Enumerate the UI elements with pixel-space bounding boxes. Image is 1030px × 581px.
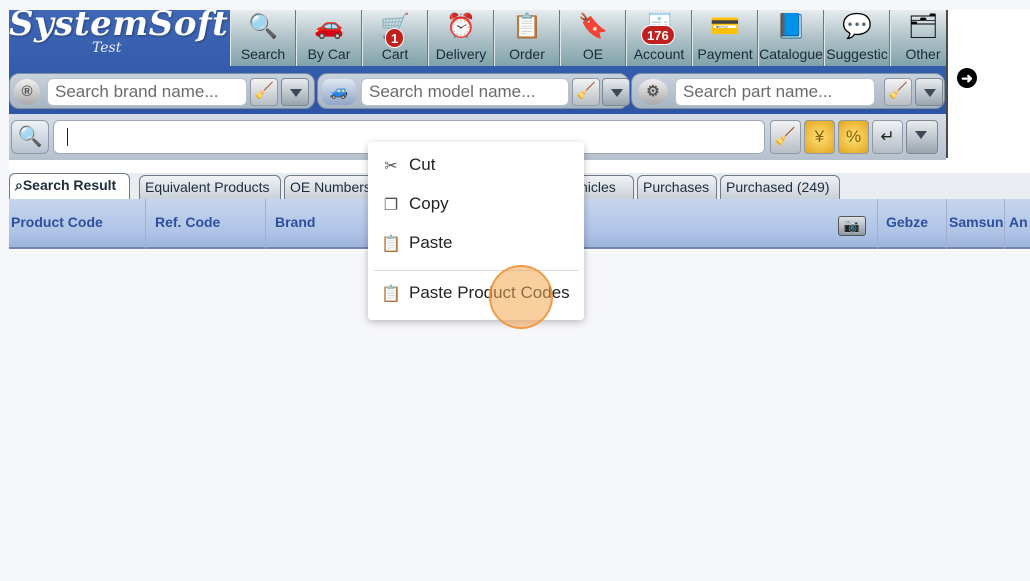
model-search-input[interactable]: [361, 78, 569, 106]
payment-icon: 💳: [710, 13, 740, 40]
part-clear-broom-icon[interactable]: 🧹: [884, 78, 912, 106]
brand-search-input[interactable]: [47, 78, 247, 106]
menu-item-label: Copy: [409, 194, 449, 213]
toolbar-cart-button[interactable]: 🛒 1 Cart: [362, 10, 428, 66]
tab-purchases[interactable]: Purchases: [637, 175, 717, 199]
part-search-input[interactable]: [675, 78, 875, 106]
small-search-icon: ⌕: [15, 177, 23, 193]
menu-item-cut[interactable]: ✂ Cut: [368, 148, 584, 184]
toolbar-oe-button[interactable]: 🔖 OE: [560, 10, 626, 66]
toolbar-order-button[interactable]: 📋 Order: [494, 10, 560, 66]
delivery-icon: ⏰: [446, 13, 476, 40]
account-badge: 176: [641, 25, 675, 45]
toolbar-delivery-button[interactable]: ⏰ Delivery: [428, 10, 494, 66]
clipboard-icon: 📋: [381, 236, 401, 253]
tab-label: Equivalent Products: [145, 179, 270, 195]
toolbar-label: Account: [633, 46, 685, 62]
car-icon: 🚗: [314, 13, 344, 40]
toolbar-label: By Car: [307, 46, 351, 62]
model-clear-broom-icon[interactable]: 🧹: [572, 78, 600, 106]
col-brand[interactable]: Brand: [266, 199, 376, 249]
toolbar-label: Payment: [697, 46, 753, 62]
toolbar-search-button[interactable]: 🔍 Search: [230, 10, 296, 66]
clipboard-icon: 📋: [381, 286, 401, 303]
menu-item-copy[interactable]: ❐ Copy: [368, 187, 584, 223]
yen-coin-icon[interactable]: ¥: [804, 120, 835, 154]
menu-separator: [374, 270, 578, 271]
tab-label: Search Result: [22, 177, 117, 193]
car-icon: 🚙: [322, 79, 356, 105]
tab-purchased[interactable]: Purchased (249): [720, 175, 840, 199]
model-search-group: 🚙 🧹: [317, 73, 630, 109]
toolbar-label: Order: [509, 46, 545, 62]
logo-text: SystemSoft: [9, 10, 229, 44]
toolbar-label: OE: [582, 46, 604, 62]
registered-brand-icon: ®: [14, 79, 40, 105]
part-search-group: ⚙ 🧹: [631, 73, 945, 109]
col-gebze[interactable]: Gebze: [877, 199, 947, 249]
text-cursor: [67, 128, 68, 146]
cart-badge: 1: [385, 28, 405, 48]
col-ref-code[interactable]: Ref. Code: [146, 199, 266, 249]
side-panel: ➜: [946, 10, 1030, 158]
logo-subtitle: Test: [92, 40, 122, 56]
toolbar-label: Catalogue: [759, 46, 823, 62]
col-product-code[interactable]: Product Code: [9, 199, 146, 249]
main-toolbar: 🔍 Search 🚗 By Car 🛒 1 Cart ⏰ Delivery 📋 …: [230, 10, 956, 66]
oe-icon: 🔖: [578, 13, 608, 40]
order-icon: 📋: [512, 13, 542, 40]
toolbar-catalogue-button[interactable]: 📘 Catalogue: [758, 10, 824, 66]
toolbar-label: Search: [240, 46, 286, 62]
brand-search-group: ® 🧹: [9, 73, 315, 109]
model-dropdown-button[interactable]: [602, 78, 630, 106]
back-arrow-icon[interactable]: ➜: [957, 68, 977, 88]
tab-label: Purchased (249): [726, 179, 830, 195]
main-clear-broom-icon[interactable]: 🧹: [770, 120, 801, 154]
part-dropdown-button[interactable]: [915, 78, 943, 106]
camera-icon[interactable]: 📷: [838, 216, 866, 236]
toolbar-suggestion-button[interactable]: 💬 Suggestic: [824, 10, 890, 66]
col-samsun[interactable]: Samsun: [947, 199, 1005, 249]
tab-equivalent-products[interactable]: Equivalent Products: [139, 175, 281, 199]
toolbar-account-button[interactable]: 🧾 176 Account: [626, 10, 692, 66]
menu-item-label: Paste: [409, 233, 453, 252]
click-indicator: [489, 265, 553, 329]
suggestion-icon: 💬: [842, 13, 872, 40]
menu-item-paste[interactable]: 📋 Paste: [368, 226, 584, 262]
scissors-icon: ✂: [384, 158, 398, 175]
tab-label: hicles: [580, 179, 616, 195]
tab-label: Purchases: [643, 179, 710, 195]
toolbar-by-car-button[interactable]: 🚗 By Car: [296, 10, 362, 66]
magnifier-icon[interactable]: 🔍: [11, 120, 49, 154]
toolbar-payment-button[interactable]: 💳 Payment: [692, 10, 758, 66]
brand-clear-broom-icon[interactable]: 🧹: [250, 78, 278, 106]
search-icon: 🔍: [248, 13, 278, 40]
catalogue-icon: 📘: [776, 13, 806, 40]
enter-icon[interactable]: ↵: [872, 120, 903, 154]
main-dropdown-button[interactable]: [906, 120, 938, 154]
brand-dropdown-button[interactable]: [281, 78, 309, 106]
copy-icon: ❐: [383, 197, 399, 214]
other-icon: 🗂: [907, 13, 939, 40]
menu-item-label: Cut: [409, 155, 436, 174]
toolbar-label: Cart: [381, 46, 409, 62]
app-window: SystemSoft Test 🔍 Search 🚗 By Car 🛒 1 Ca…: [0, 0, 1030, 581]
col-an[interactable]: An: [1007, 199, 1030, 249]
tab-label: OE Numbers: [290, 179, 371, 195]
percent-coin-icon[interactable]: %: [838, 120, 869, 154]
toolbar-label: Delivery: [435, 46, 487, 62]
logo: SystemSoft Test: [9, 10, 229, 66]
tab-search-result[interactable]: ⌕Search Result: [9, 173, 130, 199]
part-gear-icon: ⚙: [638, 79, 668, 105]
toolbar-label: Suggestic: [826, 46, 888, 62]
